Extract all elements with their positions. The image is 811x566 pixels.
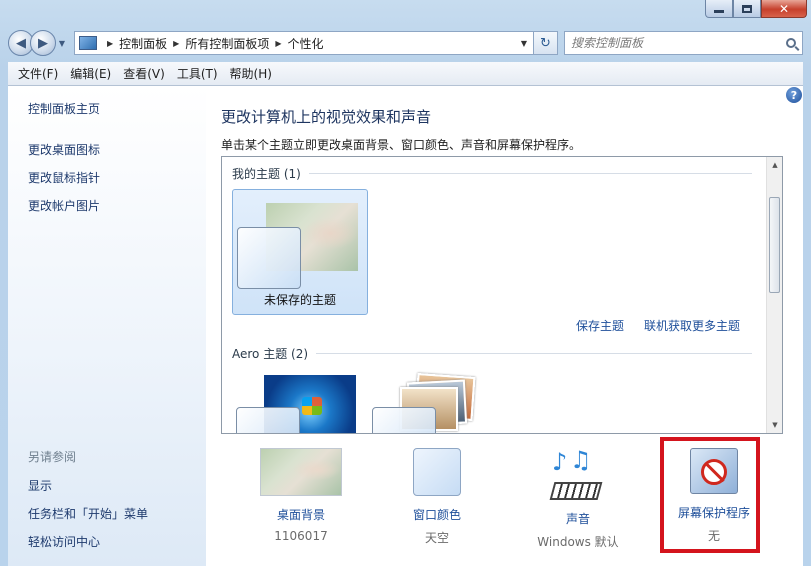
get-more-themes-link[interactable]: 联机获取更多主题 [644,317,740,334]
forward-button[interactable]: ▶ [30,30,56,56]
unsaved-theme-label: 未保存的主题 [263,293,336,307]
desktop-background-value: 1106017 [274,529,328,543]
address-dropdown-icon[interactable]: ▼ [515,39,533,48]
scroll-down-icon[interactable]: ▼ [767,417,782,433]
minimize-button[interactable] [705,0,733,18]
recent-pages-dropdown[interactable]: ▼ [56,39,68,48]
menu-edit[interactable]: 编辑(E) [64,65,117,82]
aero-theme-architecture[interactable] [368,373,496,433]
window-color-option[interactable]: 窗口颜色 天空 [377,448,497,546]
search-icon[interactable] [786,38,796,48]
aero-themes-group: Aero 主题 (2) [232,345,752,362]
theme-window-color-thumbnail [237,227,301,289]
aero-theme-windows7[interactable] [232,375,360,433]
address-bar[interactable]: ▶ 控制面板 ▶ 所有控制面板项 ▶ 个性化 ▼ [74,31,534,55]
theme-window-color-thumbnail [236,407,300,433]
aero-themes-header: Aero 主题 (2) [232,347,309,361]
my-themes-header: 我的主题 (1) [232,167,301,181]
unsaved-theme-card[interactable]: 未保存的主题 [232,189,368,315]
window-color-label[interactable]: 窗口颜色 [377,506,497,523]
control-panel-home-link[interactable]: 控制面板主页 [28,100,206,117]
theme-list-scrollbar[interactable]: ▲ ▼ [766,157,782,433]
forward-arrow-icon: ▶ [38,35,48,51]
sounds-value: Windows 默认 [537,535,619,549]
breadcrumb-all-items[interactable]: 所有控制面板项 [185,35,269,52]
chevron-down-icon: ▼ [58,38,66,48]
display-link[interactable]: 显示 [28,477,148,494]
taskbar-start-menu-link[interactable]: 任务栏和「开始」菜单 [28,505,148,522]
window-controls: ✕ [705,0,807,18]
theme-actions: 保存主题 联机获取更多主题 [576,317,740,334]
scroll-up-icon[interactable]: ▲ [767,157,782,173]
control-panel-icon [79,36,97,50]
my-themes-group: 我的主题 (1) [232,165,752,182]
search-box[interactable] [564,31,803,55]
breadcrumb-separator-icon[interactable]: ▶ [107,39,113,48]
see-also-header: 另请参阅 [28,450,77,464]
navigation-bar: ◀ ▶ ▼ ▶ 控制面板 ▶ 所有控制面板项 ▶ 个性化 ▼ ↻ [8,28,803,58]
music-note-icon: ♪ [552,448,568,476]
close-button[interactable]: ✕ [761,0,807,18]
window-color-swatch[interactable] [413,448,461,496]
help-icon[interactable]: ? [786,87,802,103]
menu-help[interactable]: 帮助(H) [224,65,278,82]
back-arrow-icon: ◀ [16,35,26,51]
desktop-background-label[interactable]: 桌面背景 [241,506,361,523]
close-icon: ✕ [778,1,790,16]
task-pane: 控制面板主页 更改桌面图标 更改鼠标指针 更改帐户图片 另请参阅 显示 任务栏和… [8,86,206,566]
annotation-highlight-box [660,437,760,553]
change-desktop-icons-link[interactable]: 更改桌面图标 [28,141,206,158]
maximize-icon [742,4,752,13]
scrollbar-thumb[interactable] [769,197,780,293]
keyboard-icon [549,482,603,500]
desktop-background-option[interactable]: 桌面背景 1106017 [241,448,361,543]
content-area: 控制面板主页 更改桌面图标 更改鼠标指针 更改帐户图片 另请参阅 显示 任务栏和… [8,86,803,566]
refresh-button[interactable]: ↻ [534,31,558,55]
menu-view[interactable]: 查看(V) [117,65,171,82]
theme-window-color-thumbnail [372,407,436,433]
change-mouse-pointers-link[interactable]: 更改鼠标指针 [28,169,206,186]
change-account-picture-link[interactable]: 更改帐户图片 [28,197,206,214]
breadcrumb-control-panel[interactable]: 控制面板 [119,35,167,52]
see-also-section: 另请参阅 显示 任务栏和「开始」菜单 轻松访问中心 [28,448,148,561]
sounds-icon[interactable]: ♪ ♫ [548,448,608,500]
breadcrumb-separator-icon[interactable]: ▶ [173,39,179,48]
windows-logo-icon [302,397,322,415]
breadcrumb-personalization[interactable]: 个性化 [288,35,324,52]
save-theme-link[interactable]: 保存主题 [576,317,624,334]
menu-bar: 文件(F) 编辑(E) 查看(V) 工具(T) 帮助(H) [8,62,803,86]
desktop-background-thumbnail[interactable] [260,448,342,496]
window-color-value: 天空 [424,531,449,545]
refresh-icon: ↻ [540,35,551,51]
page-description: 单击某个主题立即更改桌面背景、窗口颜色、声音和屏幕保护程序。 [221,138,582,152]
search-input[interactable] [571,36,786,50]
menu-tools[interactable]: 工具(T) [171,65,224,82]
group-divider [308,173,752,174]
music-note-icon: ♫ [570,446,592,474]
theme-list: 我的主题 (1) 未保存的主题 保存主题 联机获取更多主题 Aero 主题 (2… [221,156,783,434]
ease-of-access-link[interactable]: 轻松访问中心 [28,533,148,550]
sounds-label[interactable]: 声音 [518,510,638,527]
menu-file[interactable]: 文件(F) [12,65,64,82]
sounds-option[interactable]: ♪ ♫ 声音 Windows 默认 [518,448,638,550]
main-pane: ? 更改计算机上的视觉效果和声音 单击某个主题立即更改桌面背景、窗口颜色、声音和… [206,86,803,566]
page-title: 更改计算机上的视觉效果和声音 [221,108,432,126]
breadcrumb-separator-icon[interactable]: ▶ [275,39,281,48]
maximize-button[interactable] [733,0,761,18]
minimize-icon [714,10,724,13]
group-divider [316,353,752,354]
